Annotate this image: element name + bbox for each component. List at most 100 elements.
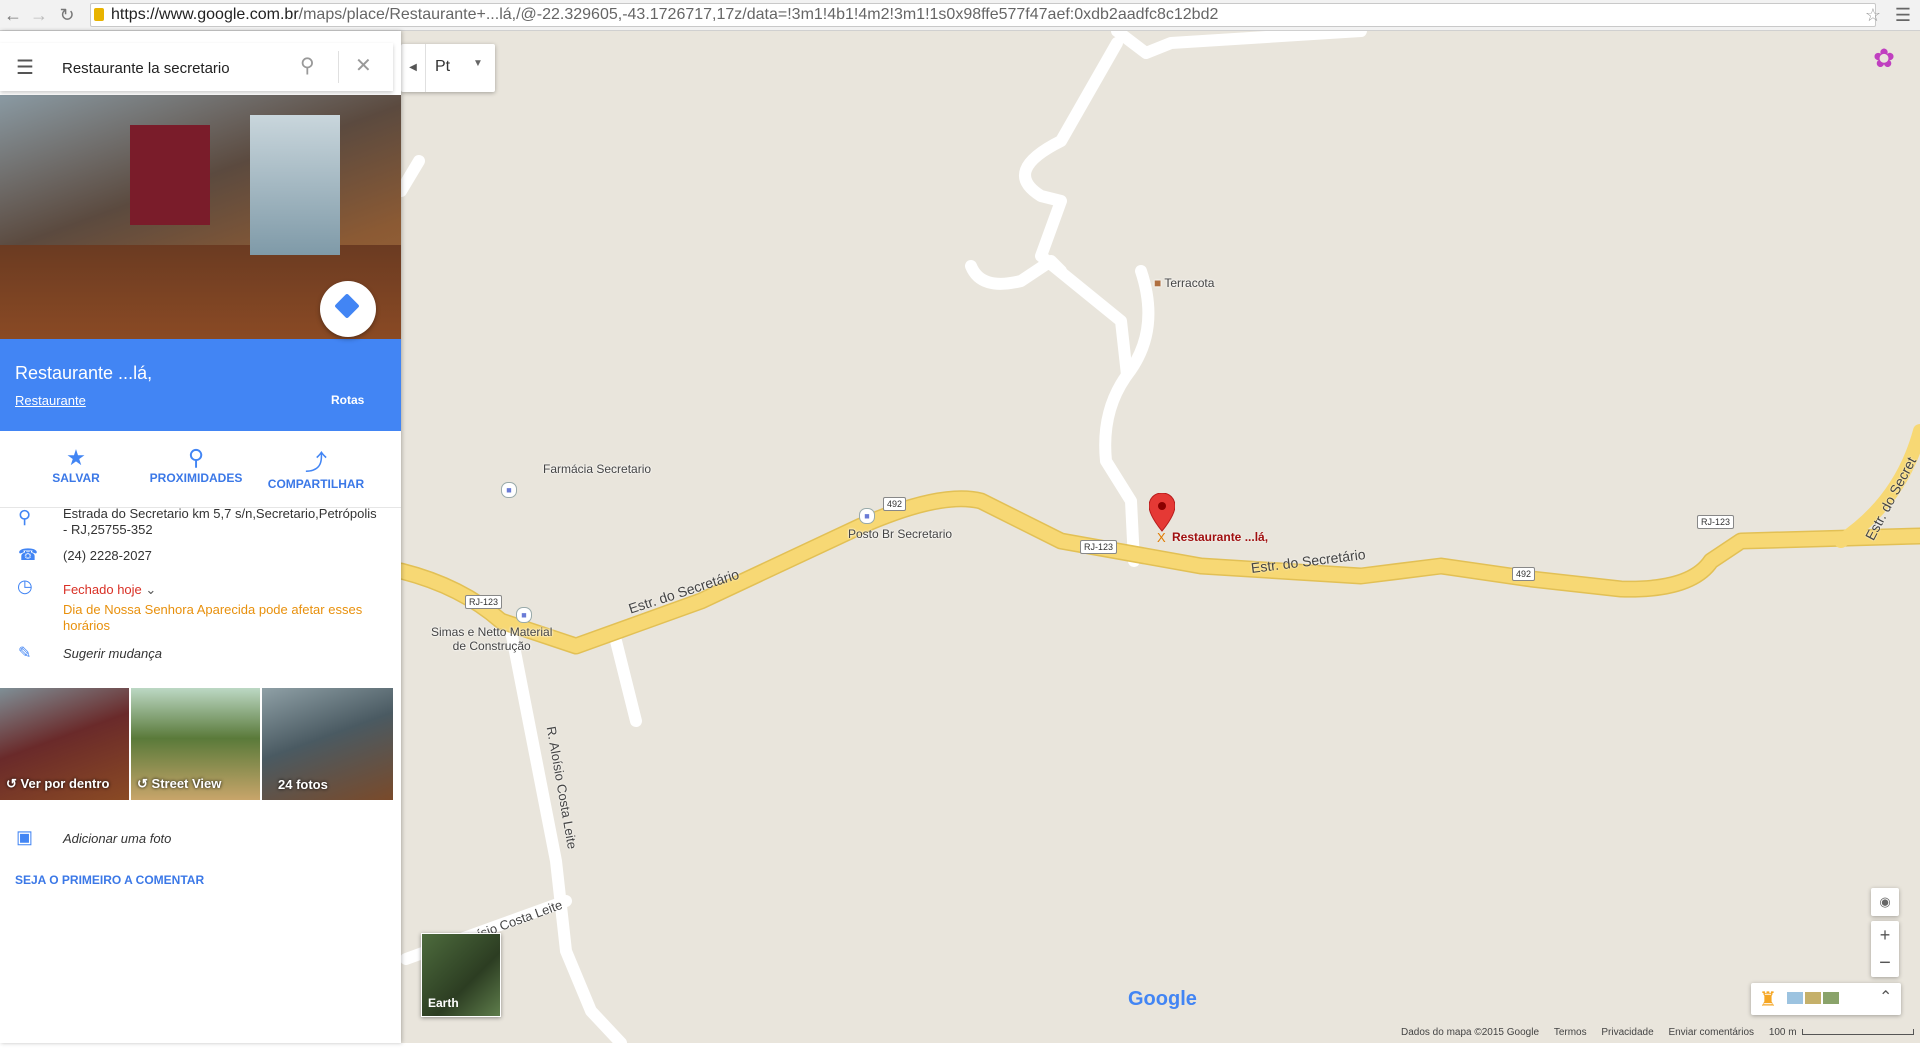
phone-icon: ☎	[18, 547, 38, 564]
privacy-link[interactable]: Privacidade	[1601, 1027, 1653, 1038]
pegman-icon[interactable]: ♜	[1759, 987, 1777, 1012]
language-dropdown-icon[interactable]: ▼	[473, 58, 483, 69]
close-icon[interactable]: ✕	[355, 53, 372, 78]
apps-flower-icon[interactable]: ✿	[1869, 43, 1899, 73]
location-marker-icon[interactable]	[1149, 493, 1175, 533]
zoom-out-button[interactable]: −	[1871, 949, 1899, 977]
share-icon: ⤴	[304, 450, 327, 475]
road-side-loop	[965, 255, 1067, 290]
imagery-thumb-3[interactable]	[1823, 992, 1839, 1004]
earth-label: Earth	[428, 996, 459, 1010]
language-label[interactable]: Pt	[435, 58, 450, 76]
photo-thumb-inside[interactable]: ↺ Ver por dentro	[0, 688, 129, 800]
directions-icon	[334, 293, 360, 319]
zoom-in-button[interactable]: +	[1871, 921, 1899, 949]
nearby-label: PROXIMIDADES	[149, 471, 243, 485]
street-view-icon: ↺	[137, 776, 148, 791]
share-button[interactable]: ⤴ COMPARTILHAR	[266, 445, 366, 491]
bookmark-star-icon[interactable]: ☆	[1862, 4, 1884, 26]
photo-cabinet	[130, 125, 210, 225]
scale-bar	[1802, 1029, 1915, 1036]
holiday-warning: Dia de Nossa Senhora Aparecida pode afet…	[63, 602, 363, 633]
route-shield-rj123: RJ-123	[465, 595, 503, 609]
google-logo: Google	[1128, 988, 1197, 1010]
directions-button[interactable]	[320, 281, 376, 337]
address-bar[interactable]: https://www.google.com.br/maps/place/Res…	[90, 3, 1876, 27]
directions-label[interactable]: Rotas	[331, 393, 364, 407]
map-canvas[interactable]: ■ Terracota Farmácia Secretario ■ Posto …	[401, 31, 1920, 1043]
add-photo-link[interactable]: Adicionar uma foto	[63, 831, 171, 846]
share-label: COMPARTILHAR	[267, 477, 365, 491]
map-bottom-controls: ♜ ⌃	[1751, 983, 1901, 1015]
restaurant-icon: Χ	[1157, 530, 1166, 545]
collapse-panel-button[interactable]: ◀	[401, 44, 426, 92]
place-panel: ☰ ⚲ ✕ Restaurante ...lá, Restaurante Rot…	[0, 31, 401, 1043]
first-review-link[interactable]: SEJA O PRIMEIRO A COMENTAR	[15, 873, 204, 887]
photo-thumb-streetview[interactable]: ↺ Street View	[131, 688, 260, 800]
poi-farmacia-label[interactable]: Farmácia Secretario	[543, 462, 651, 476]
search-input[interactable]	[60, 55, 284, 81]
star-icon: ★	[66, 445, 86, 470]
expand-up-icon[interactable]: ⌃	[1879, 987, 1892, 1007]
browser-toolbar: ← → ↻ https://www.google.com.br/maps/pla…	[0, 0, 1920, 31]
thumb-caption: 24 fotos	[278, 777, 328, 792]
photo-thumb-all[interactable]: 24 fotos	[262, 688, 393, 800]
place-header: Restaurante ...lá, Restaurante Rotas	[0, 339, 401, 431]
phone-number[interactable]: (24) 2228-2027	[63, 548, 152, 563]
location-pin-icon: ⚲	[187, 445, 205, 470]
address-text[interactable]: Estrada do Secretario km 5,7 s/n,Secreta…	[63, 506, 393, 538]
reload-icon[interactable]: ↻	[56, 4, 78, 26]
my-location-button[interactable]: ◉	[1871, 888, 1899, 916]
imagery-thumb-2[interactable]	[1805, 992, 1821, 1004]
url-text: https://www.google.com.br/maps/place/Res…	[111, 6, 1219, 23]
chevron-down-icon[interactable]: ⌄	[145, 582, 156, 597]
place-category-link[interactable]: Restaurante	[15, 393, 86, 408]
gas-station-icon[interactable]: ■	[859, 508, 875, 524]
suggest-edit-link[interactable]: Sugerir mudança	[63, 646, 162, 661]
road-left-stub	[401, 155, 425, 197]
poi-terracota[interactable]: ■ Terracota	[1154, 276, 1214, 290]
earth-view-toggle[interactable]: Earth	[421, 933, 501, 1017]
marker-label[interactable]: Restaurante ...lá,	[1172, 530, 1268, 544]
forward-icon[interactable]: →	[28, 4, 50, 26]
feedback-link[interactable]: Enviar comentários	[1668, 1027, 1754, 1038]
route-shield-rj123: RJ-123	[1697, 515, 1735, 529]
panel-controls: ◀ Pt ▼	[401, 44, 495, 92]
street-view-icon: ↺	[6, 776, 17, 791]
back-icon[interactable]: ←	[2, 4, 24, 26]
map-data-credit: Dados do mapa ©2015 Google	[1401, 1027, 1540, 1038]
thumb-caption: ↺ Street View	[137, 776, 222, 791]
search-box: ☰ ⚲ ✕	[0, 43, 393, 91]
browser-menu-icon[interactable]: ☰	[1892, 4, 1914, 26]
hours-status[interactable]: Fechado hoje ⌄	[63, 582, 156, 598]
nearby-button[interactable]: ⚲ PROXIMIDADES	[146, 445, 246, 485]
terms-link[interactable]: Termos	[1554, 1027, 1587, 1038]
shopping-icon[interactable]: ■	[516, 607, 532, 623]
place-title: Restaurante ...lá,	[15, 363, 153, 383]
road-winding	[1019, 37, 1133, 381]
search-icon[interactable]: ⚲	[300, 53, 315, 78]
route-shield-492: 492	[1512, 567, 1536, 581]
route-shield-492: 492	[883, 497, 907, 511]
pencil-icon: ✎	[18, 645, 32, 662]
route-shield-rj123: RJ-123	[1080, 540, 1118, 554]
search-divider	[338, 51, 339, 83]
road-north-branch	[1111, 31, 1367, 59]
road-stub-south	[610, 635, 642, 727]
camera-icon: ▣	[16, 827, 34, 847]
poi-simas-label[interactable]: Simas e Netto Material de Construção	[431, 625, 552, 653]
menu-icon[interactable]: ☰	[16, 55, 34, 80]
thumb-caption: ↺ Ver por dentro	[6, 776, 110, 791]
map-footer: Dados do mapa ©2015 Google Termos Privac…	[401, 1025, 1920, 1043]
lock-icon	[94, 8, 104, 21]
scale-label: 100 m	[1768, 1027, 1797, 1038]
pharmacy-icon[interactable]: ■	[501, 482, 517, 498]
clock-icon: ◷	[17, 576, 33, 596]
imagery-thumb-1[interactable]	[1787, 992, 1803, 1004]
address-pin-icon: ⚲	[18, 507, 32, 527]
save-button[interactable]: ★ SALVAR	[40, 445, 112, 485]
zoom-controls: + −	[1871, 921, 1899, 977]
save-label: SALVAR	[52, 471, 100, 485]
photo-window	[250, 115, 340, 255]
poi-posto-label[interactable]: Posto Br Secretario	[848, 527, 952, 541]
